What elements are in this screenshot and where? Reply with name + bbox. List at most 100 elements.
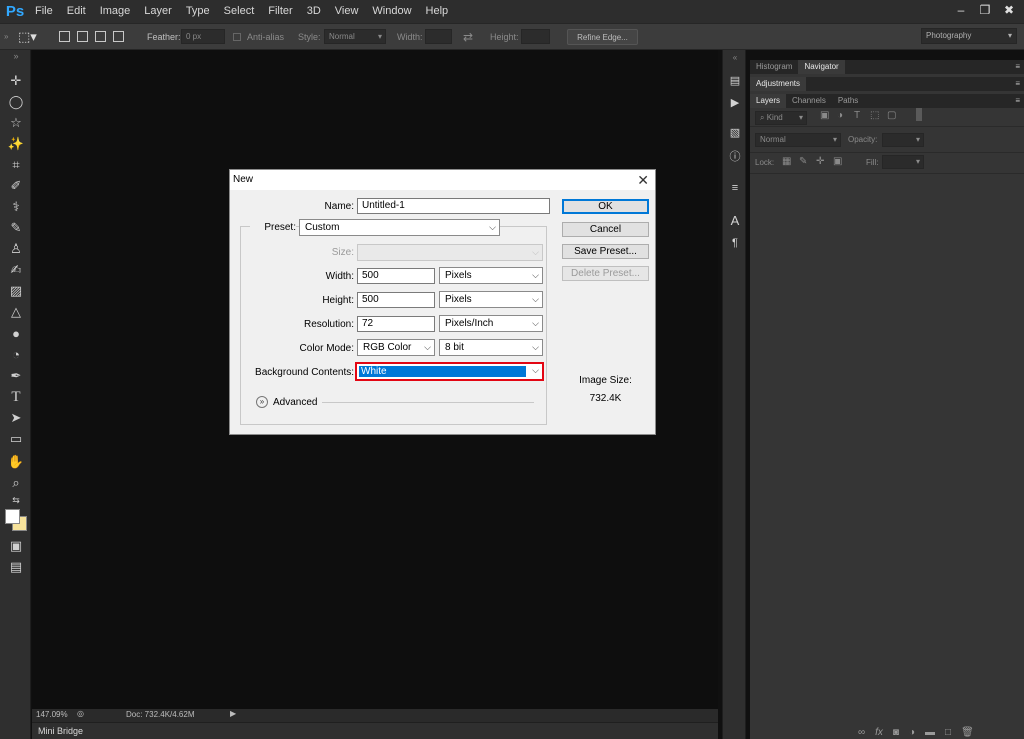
menu-3d[interactable]: 3D [300,0,328,23]
status-menu-arrow-icon[interactable]: ▶ [230,709,236,718]
menu-filter[interactable]: Filter [261,0,299,23]
preset-select[interactable]: Custom ⌵ [299,219,500,236]
lock-position-icon[interactable]: ✛ [816,156,824,167]
filter-pixel-icon[interactable]: ▣ [820,110,829,121]
paragraph-panel-icon[interactable]: ¶ [727,235,743,251]
menu-file[interactable]: File [28,0,60,23]
menu-image[interactable]: Image [93,0,138,23]
menu-select[interactable]: Select [217,0,262,23]
name-input[interactable]: Untitled-1 [357,198,550,214]
height-input[interactable]: 500 [357,292,435,308]
brush-presets-icon[interactable]: ▧ [727,124,743,140]
filter-smart-object-icon[interactable]: ▢ [887,110,896,121]
hand-tool-icon[interactable]: ✋ [5,452,27,472]
layer-style-icon[interactable]: fx [875,727,883,738]
zoom-tool-icon[interactable]: ⌕ [5,473,27,493]
menu-view[interactable]: View [328,0,366,23]
tab-adjustments[interactable]: Adjustments [750,77,807,91]
new-adjustment-icon[interactable]: ◑ [909,727,915,738]
blur-tool-icon[interactable]: ● [5,323,27,343]
tab-paths[interactable]: Paths [832,94,864,108]
quick-mask-icon[interactable]: ▣ [5,536,27,556]
history-brush-icon[interactable]: ✍ [5,260,27,280]
close-icon[interactable]: ✖ [998,2,1020,18]
close-icon[interactable]: ✕ [637,172,649,188]
workspace-switcher[interactable]: Photography ▾ [921,28,1017,44]
shape-tool-icon[interactable]: ▭ [5,429,27,449]
marquee-preset-icon[interactable]: ⬚▾ [18,24,37,49]
new-layer-icon[interactable]: □ [945,727,951,738]
pen-tool-icon[interactable]: ✒ [5,366,27,386]
layer-kind-filter[interactable]: ⌕ Kind ▾ [755,111,807,125]
resolution-unit-select[interactable]: Pixels/Inch ⌵ [439,315,543,332]
bit-depth-select[interactable]: 8 bit ⌵ [439,339,543,356]
swap-colors-icon[interactable]: ⇆ [5,493,27,507]
height-unit-select[interactable]: Pixels ⌵ [439,291,543,308]
type-tool-icon[interactable]: T [5,387,27,407]
panel-menu-icon[interactable]: ≡ [1015,60,1020,74]
status-info-icon[interactable]: ◎ [77,709,84,718]
ok-button[interactable]: OK [562,199,649,214]
info-panel-icon[interactable]: ⓘ [727,148,743,164]
height-input[interactable] [521,29,550,44]
clone-stamp-icon[interactable]: ♙ [5,239,27,259]
lock-transparent-icon[interactable]: ▦ [782,156,791,167]
advanced-expand-icon[interactable]: » [256,396,268,408]
style-select[interactable]: Normal ▾ [324,29,386,44]
eyedropper-icon[interactable]: ✐ [5,176,27,196]
filter-shape-icon[interactable]: ⬚ [870,110,879,121]
antialias-checkbox[interactable] [233,24,243,49]
eraser-tool-icon[interactable]: ▨ [5,281,27,301]
crop-tool-icon[interactable]: ⌗ [5,155,27,175]
lock-image-icon[interactable]: ✎ [799,156,807,167]
intersect-selection-icon[interactable] [113,31,124,42]
lasso-tool-icon[interactable]: ☆ [5,113,27,133]
add-selection-icon[interactable] [77,31,88,42]
tools-collapse-icon[interactable]: » [5,50,27,62]
menu-layer[interactable]: Layer [137,0,179,23]
fill-input[interactable]: ▾ [882,155,924,169]
mini-bridge-tab[interactable]: Mini Bridge [38,726,83,736]
zoom-level[interactable]: 147.09% [36,710,68,719]
save-preset-button[interactable]: Save Preset... [562,244,649,259]
tab-navigator[interactable]: Navigator [798,60,845,74]
filter-toggle[interactable] [916,108,922,121]
dodge-tool-icon[interactable]: ◔ [5,344,27,364]
color-mode-select[interactable]: RGB Color ⌵ [357,339,435,356]
filter-type-icon[interactable]: T [854,110,860,121]
dock-collapse-icon[interactable]: « [727,52,743,62]
menu-window[interactable]: Window [365,0,418,23]
foreground-color-swatch[interactable] [5,509,20,524]
history-panel-icon[interactable]: ▤ [727,72,743,88]
cancel-button[interactable]: Cancel [562,222,649,237]
new-group-icon[interactable]: ▬ [925,727,935,738]
menu-type[interactable]: Type [179,0,217,23]
blend-mode-select[interactable]: Normal ▾ [755,133,841,147]
character-panel-icon[interactable]: A [727,212,743,228]
advanced-label[interactable]: Advanced [273,397,317,408]
tool-presets-icon[interactable]: ≡ [727,180,743,196]
opacity-input[interactable]: ▾ [882,133,924,147]
healing-brush-icon[interactable]: ⚕ [5,197,27,217]
tab-histogram[interactable]: Histogram [750,60,798,74]
lock-all-icon[interactable]: ▣ [833,156,842,167]
delete-layer-icon[interactable]: 🗑 [961,727,974,738]
restore-icon[interactable]: ❐ [974,2,996,18]
width-input[interactable] [425,29,452,44]
feather-input[interactable]: 0 px [181,29,225,44]
background-contents-select[interactable]: White ⌵ [355,362,544,381]
tab-channels[interactable]: Channels [786,94,832,108]
resolution-input[interactable]: 72 [357,316,435,332]
width-unit-select[interactable]: Pixels ⌵ [439,267,543,284]
subtract-selection-icon[interactable] [95,31,106,42]
add-mask-icon[interactable]: ◙ [893,727,899,738]
menu-help[interactable]: Help [419,0,456,23]
brush-tool-icon[interactable]: ✎ [5,218,27,238]
move-tool-icon[interactable]: ✛ [5,71,27,91]
new-selection-icon[interactable] [59,31,70,42]
width-input[interactable]: 500 [357,268,435,284]
actions-panel-icon[interactable]: ▶ [727,94,743,110]
screen-mode-icon[interactable]: ▤ [5,557,27,577]
tab-layers[interactable]: Layers [750,94,787,108]
menu-edit[interactable]: Edit [60,0,93,23]
